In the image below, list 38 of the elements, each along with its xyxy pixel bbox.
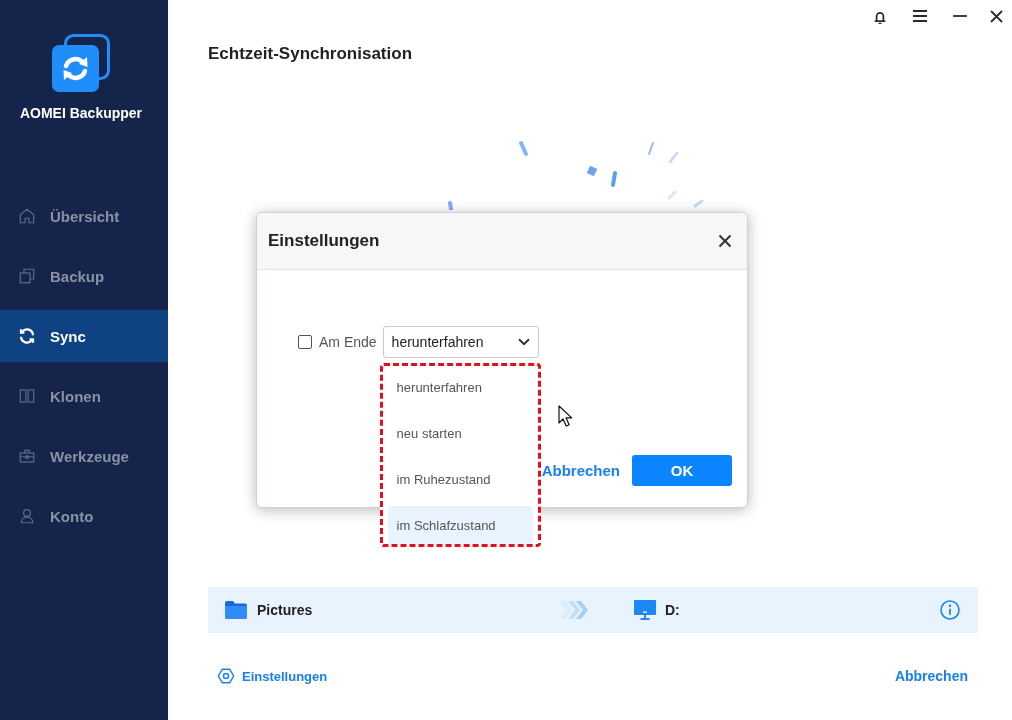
sidebar-item[interactable]: Backup: [0, 250, 168, 302]
dropdown-option[interactable]: im Schlafzustand: [387, 506, 533, 544]
sidebar-item[interactable]: Sync: [0, 310, 168, 362]
monitor-icon: [634, 600, 656, 620]
page-title: Echtzeit-Synchronisation: [208, 43, 413, 65]
dropdown-option[interactable]: neu starten: [387, 414, 533, 452]
checkbox[interactable]: [298, 335, 312, 349]
sync-icon: [18, 327, 36, 345]
dropdown-option[interactable]: herunterfahren: [387, 368, 533, 406]
sidebar-item[interactable]: Übersicht: [0, 190, 168, 242]
app-name: AOMEI Backupper: [18, 104, 144, 122]
sidebar-item[interactable]: Klonen: [0, 370, 168, 422]
settings-link[interactable]: Einstellungen: [217, 667, 328, 685]
person-icon: [18, 507, 36, 525]
folder-icon: [225, 601, 247, 619]
checkbox-label: Am Ende: [319, 334, 377, 350]
dialog-title: Einstellungen: [268, 231, 380, 251]
sidebar-item[interactable]: Konto: [0, 490, 168, 542]
close-icon: [718, 234, 732, 248]
chevron-arrows-icon: [560, 601, 588, 619]
mouse-cursor-icon: [558, 405, 573, 428]
app-logo-icon: [52, 34, 110, 92]
two-panels-icon: [18, 387, 36, 405]
dropdown-select[interactable]: herunterfahren: [382, 326, 539, 358]
close-button[interactable]: [716, 232, 734, 250]
toolbox-icon: [18, 447, 36, 465]
stacked-squares-icon: [18, 267, 36, 285]
home-icon: [18, 207, 36, 225]
ok-button[interactable]: OK: [632, 455, 732, 486]
sidebar-item[interactable]: Werkzeuge: [0, 430, 168, 482]
cancel-button[interactable]: Abbrechen: [894, 668, 968, 684]
source-folder-name: Pictures: [257, 602, 313, 618]
chevron-down-icon: [517, 338, 530, 346]
cancel-button[interactable]: Abbrechen: [541, 462, 620, 479]
info-icon[interactable]: [940, 600, 960, 620]
destination-drive-name: D:: [665, 602, 680, 618]
settings-icon: [217, 667, 235, 685]
dropdown-option[interactable]: im Ruhezustand: [387, 460, 533, 498]
